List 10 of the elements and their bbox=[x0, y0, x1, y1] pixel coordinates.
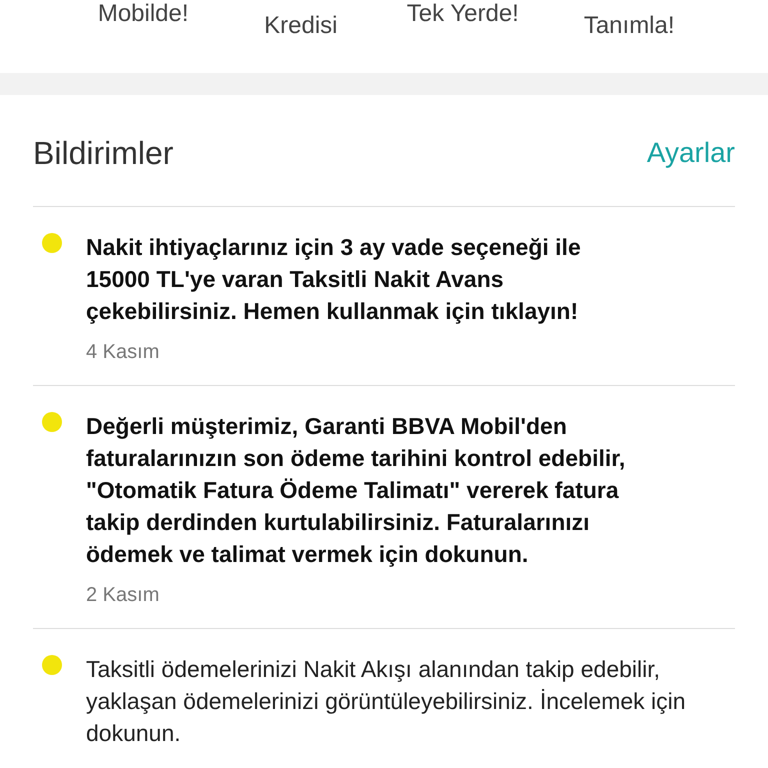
notification-date: 2 Kasım bbox=[86, 583, 160, 608]
notification-text[interactable]: Nakit ihtiyaçlarınız için 3 ay vade seçeneği ile 15000 TL'ye varan Taksitli Nakit Avans çekebilirsiniz. Hemen kullanmak için tıklayın! bbox=[86, 231, 701, 327]
notification-text[interactable]: Değerli müşterimiz, Garanti BBVA Mobil'den faturalarınızın son ödeme tarihini kontrol edebilir, "Otomatik Fatura Ödeme Talimatı" vererek fatura takip derdinden kurtulabilirsiniz. Faturalarınızı ödemek ve talimat vermek için dokunun. bbox=[86, 410, 701, 570]
shortcut-label[interactable]: Tanımla! bbox=[584, 12, 675, 40]
shortcut-label[interactable]: Mobilde! bbox=[98, 0, 189, 28]
notification-text[interactable]: Taksitli ödemelerinizi Nakit Akışı alanından takip edebilir, yaklaşan ödemelerinizi görüntüleyebilirsiniz. İncelemek için dokunun. bbox=[86, 653, 701, 749]
notification-date: 4 Kasım bbox=[86, 340, 160, 365]
section-title: Bildirimler bbox=[33, 134, 174, 173]
shortcut-label[interactable]: Kredisi bbox=[264, 12, 338, 40]
shortcut-label[interactable]: Tek Yerde! bbox=[406, 0, 519, 28]
